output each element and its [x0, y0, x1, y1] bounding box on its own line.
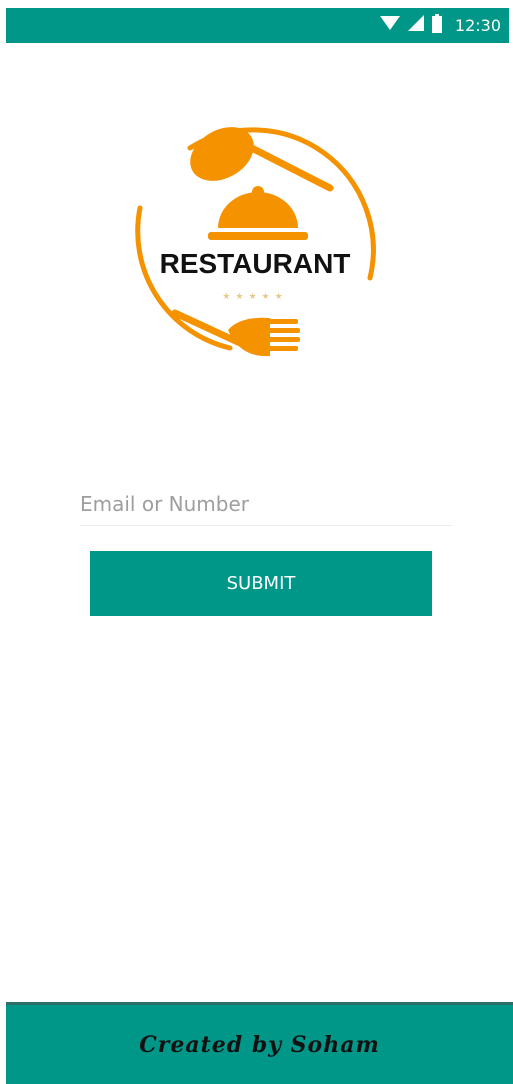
submit-button[interactable]: SUBMIT — [90, 551, 432, 616]
signal-icon — [407, 14, 425, 37]
footer: Created by Soham — [6, 1002, 513, 1084]
status-bar: 12:30 — [6, 8, 509, 43]
battery-icon — [431, 13, 443, 38]
logo-stars: ★★★★★ — [222, 292, 288, 302]
email-or-number-input[interactable] — [80, 482, 452, 526]
logo-graphic — [135, 127, 376, 357]
restaurant-logo: RESTAURANT ★★★★★ — [110, 108, 400, 378]
logo-text: RESTAURANT — [159, 248, 351, 279]
wifi-icon — [379, 14, 401, 37]
status-time: 12:30 — [454, 16, 501, 35]
status-icons: 12:30 — [379, 13, 501, 38]
footer-credit-text: Created by Soham — [139, 1031, 380, 1058]
